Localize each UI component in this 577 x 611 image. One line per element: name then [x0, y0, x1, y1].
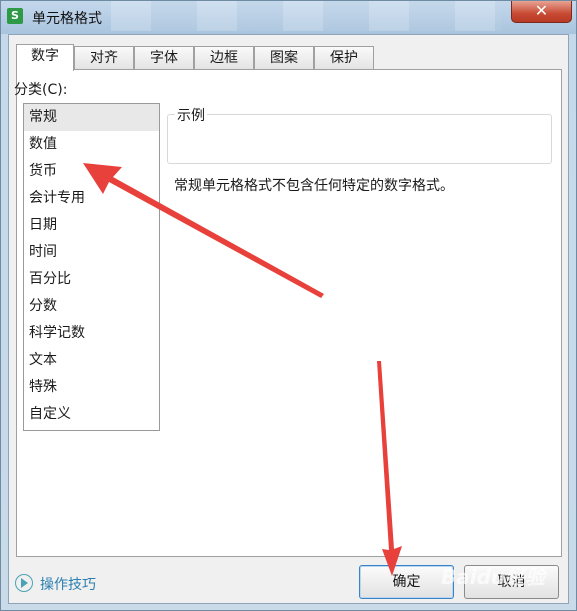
background-ghost — [111, 1, 501, 31]
category-item-custom[interactable]: 自定义 — [24, 401, 159, 428]
tab-font[interactable]: 字体 — [134, 46, 194, 70]
category-listbox[interactable]: 常规 数值 货币 会计专用 日期 时间 百分比 分数 科学记数 文本 特殊 自定… — [23, 103, 160, 431]
ok-button[interactable]: 确定 — [359, 565, 454, 599]
tab-alignment[interactable]: 对齐 — [74, 46, 134, 70]
dialog-content: 数字 对齐 字体 边框 图案 保护 分类(C): 常规 数值 货币 会计专用 日… — [8, 34, 569, 604]
watermark: Baidu经验 — [441, 565, 546, 589]
category-item-currency[interactable]: 货币 — [24, 158, 159, 185]
category-item-time[interactable]: 时间 — [24, 239, 159, 266]
tab-border[interactable]: 边框 — [194, 46, 254, 70]
category-item-fraction[interactable]: 分数 — [24, 293, 159, 320]
tab-protection[interactable]: 保护 — [314, 46, 374, 70]
wps-app-icon: S — [7, 8, 23, 24]
category-item-percentage[interactable]: 百分比 — [24, 266, 159, 293]
tab-number[interactable]: 数字 — [16, 44, 74, 71]
category-label: 分类(C): — [14, 82, 68, 98]
close-icon: ✕ — [534, 1, 549, 20]
category-item-accounting[interactable]: 会计专用 — [24, 185, 159, 212]
category-item-number[interactable]: 数值 — [24, 131, 159, 158]
tab-pattern[interactable]: 图案 — [254, 46, 314, 70]
tips-link[interactable]: 操作技巧 — [40, 574, 96, 594]
category-item-special[interactable]: 特殊 — [24, 374, 159, 401]
close-button[interactable]: ✕ — [511, 1, 572, 23]
play-circle-icon[interactable] — [15, 574, 33, 592]
format-description: 常规单元格格式不包含任何特定的数字格式。 — [174, 178, 454, 194]
sample-label: 示例 — [175, 105, 207, 125]
category-item-general[interactable]: 常规 — [24, 104, 159, 131]
category-item-date[interactable]: 日期 — [24, 212, 159, 239]
category-item-scientific[interactable]: 科学记数 — [24, 320, 159, 347]
sample-group — [167, 114, 552, 164]
window-title: 单元格格式 — [32, 11, 102, 27]
title-bar[interactable]: S 单元格格式 ✕ — [1, 1, 576, 34]
dialog-window: S 单元格格式 ✕ 数字 对齐 字体 边框 图案 保护 分类(C): 常规 数值… — [0, 0, 577, 611]
category-item-text[interactable]: 文本 — [24, 347, 159, 374]
